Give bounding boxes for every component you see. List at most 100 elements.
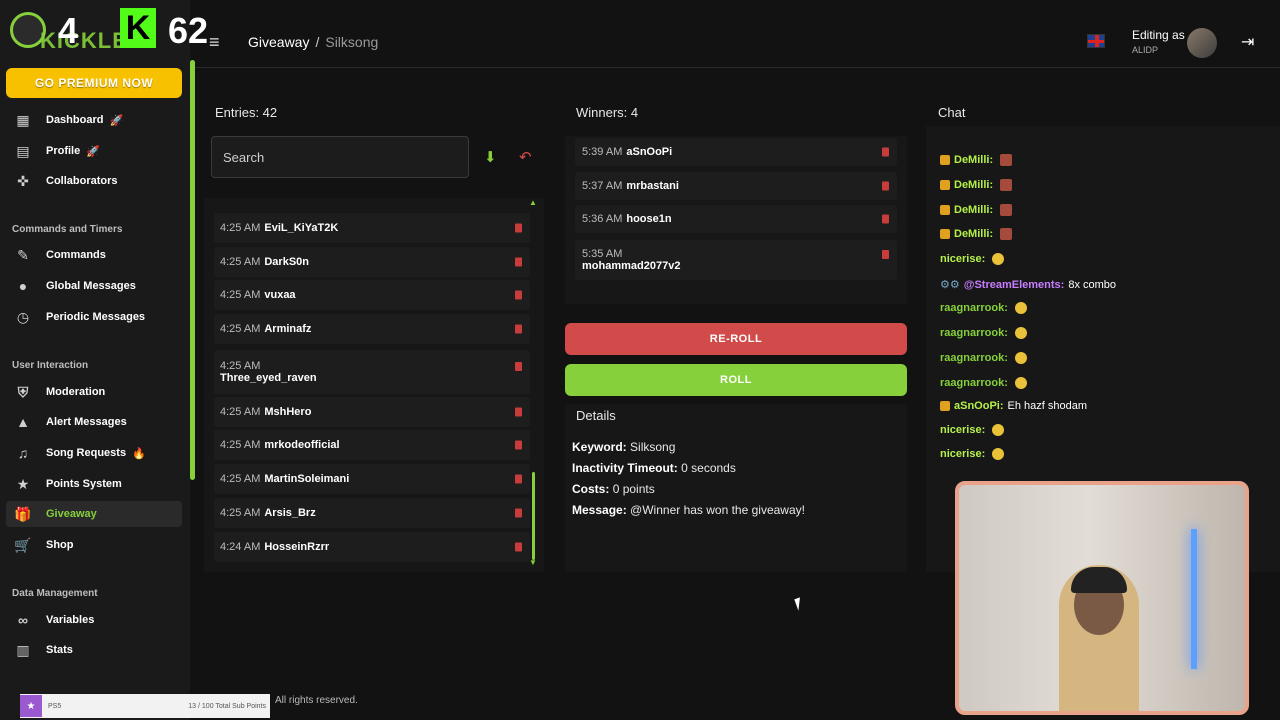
crown-badge-icon: [940, 180, 950, 190]
avatar[interactable]: [1187, 28, 1217, 58]
sub-goal-overlay: ★ PS5 13 / 100 Total Sub Points: [20, 694, 270, 718]
delete-icon[interactable]: [882, 250, 889, 259]
crown-badge-icon: [940, 229, 950, 239]
details-panel: Details Keyword: Silksong Inactivity Tim…: [565, 404, 907, 572]
chat-user: DeMilli:: [954, 204, 994, 216]
delete-icon[interactable]: [515, 223, 522, 233]
webcam-overlay: [955, 481, 1249, 715]
download-icon[interactable]: ⬇: [484, 148, 497, 166]
sidebar-item-stats[interactable]: ▥ Stats: [6, 637, 182, 663]
logout-icon[interactable]: ⇥: [1241, 32, 1254, 52]
delete-icon[interactable]: [882, 181, 889, 191]
editing-user: ALIDP: [1132, 45, 1159, 55]
bar-chart-icon: ▥: [16, 641, 30, 658]
chat-message: DeMilli:: [940, 228, 1013, 240]
sidebar-item-song-requests[interactable]: ♫ Song Requests 🔥: [6, 440, 182, 466]
fire-icon: 🔥: [132, 447, 146, 460]
rocket-icon: 🚀: [109, 114, 124, 127]
section-data-heading: Data Management: [12, 588, 98, 599]
breadcrumb: Giveaway / Silksong: [248, 34, 378, 50]
chat-user: raagnarrook:: [940, 377, 1008, 389]
delete-icon[interactable]: [515, 474, 522, 484]
delete-icon[interactable]: [515, 407, 522, 417]
shield-icon: ⛨: [17, 383, 29, 400]
sidebar-item-shop[interactable]: 🛒 Shop: [6, 532, 182, 558]
emote-icon: [1014, 327, 1027, 339]
app-root: KICKLET 4 K 62 GO PREMIUM NOW ▦ Dashboar…: [0, 0, 1280, 720]
sidebar-item-variables[interactable]: ∞ Variables: [6, 607, 182, 633]
entry-name: Arminafz: [264, 323, 312, 335]
chat-user: nicerise:: [940, 424, 986, 436]
entries-scrollbar[interactable]: [532, 472, 535, 560]
emote-icon: [1000, 179, 1013, 191]
gift-icon: 🎁: [14, 505, 32, 522]
sidebar-item-label: Alert Messages: [46, 416, 127, 428]
entry-time: 4:25 AM: [220, 360, 261, 372]
sidebar-item-label: Profile: [46, 145, 81, 157]
delete-icon[interactable]: [882, 214, 889, 224]
list-item: 4:25 AM Arsis_Brz: [214, 498, 530, 528]
entry-time: 4:25 AM: [220, 289, 261, 301]
winner-name: aSnOoPi: [626, 146, 673, 158]
logo: KICKLET 4 K 62: [10, 8, 208, 53]
go-premium-button[interactable]: GO PREMIUM NOW: [6, 68, 182, 98]
chat-user: DeMilli:: [954, 154, 994, 166]
link-icon: ∞: [18, 612, 28, 628]
delete-icon[interactable]: [882, 147, 889, 157]
entries-title: Entries: 42: [215, 105, 278, 120]
entry-time: 4:25 AM: [220, 439, 261, 451]
delete-icon[interactable]: [515, 542, 522, 552]
sidebar-item-moderation[interactable]: ⛨ Moderation: [6, 379, 182, 405]
menu-toggle-icon[interactable]: ≡: [209, 32, 220, 53]
list-item: 4:25 AM EviL_KiYaT2K: [214, 213, 530, 243]
entries-list[interactable]: 4:25 AM EviL_KiYaT2K 4:25 AM DarkS0n 4:25 …: [204, 198, 544, 572]
chat-message: raagnarrook:: [940, 302, 1027, 314]
star-badge-icon: ★: [20, 695, 42, 717]
chat-message: ⚙⚙ @StreamElements: 8x combo: [940, 278, 1116, 292]
entry-name: mrkodeofficial: [264, 439, 340, 451]
dashboard-icon: ▦: [16, 111, 30, 128]
chat-message: DeMilli:: [940, 179, 1013, 191]
reroll-button[interactable]: RE-ROLL: [565, 323, 907, 355]
chat-message: DeMilli:: [940, 204, 1013, 216]
sidebar-item-periodic-messages[interactable]: ◷ Periodic Messages: [6, 304, 182, 330]
winner-time: 5:39 AM: [582, 146, 623, 158]
chat-user: DeMilli:: [954, 179, 994, 191]
sidebar-item-alert-messages[interactable]: ▲ Alert Messages: [6, 409, 182, 435]
sidebar-item-label: Giveaway: [46, 508, 97, 520]
viewer-count: 4: [58, 10, 79, 51]
delete-icon[interactable]: [515, 257, 522, 267]
roll-button[interactable]: ROLL: [565, 364, 907, 396]
scroll-down-icon[interactable]: ▼: [529, 558, 537, 567]
sidebar-item-giveaway[interactable]: 🎁 Giveaway: [6, 501, 182, 527]
winner-name: mrbastani: [626, 180, 679, 192]
chat-bubble-icon: ●: [18, 278, 28, 294]
language-flag-icon[interactable]: [1087, 34, 1105, 48]
detail-message: Message: @Winner has won the giveaway!: [572, 503, 805, 517]
sidebar-item-commands[interactable]: ✎ Commands: [6, 242, 182, 268]
delete-icon[interactable]: [515, 290, 522, 300]
sub-goal-left: PS5: [48, 702, 62, 710]
list-item: 5:36 AM hoose1n: [575, 205, 897, 233]
delete-icon[interactable]: [515, 324, 522, 334]
sidebar-item-profile[interactable]: ▤ Profile 🚀: [6, 138, 182, 164]
sidebar: KICKLET 4 K 62 GO PREMIUM NOW ▦ Dashboar…: [0, 0, 208, 720]
sidebar-item-global-messages[interactable]: ● Global Messages: [6, 273, 182, 299]
rocket-icon: 🚀: [86, 145, 100, 158]
delete-icon[interactable]: [515, 440, 522, 450]
delete-icon[interactable]: [515, 508, 522, 518]
entry-name: Three_eyed_raven: [220, 372, 317, 384]
scroll-up-icon[interactable]: ▲: [529, 198, 537, 207]
editing-as: Editing as ALIDP: [1132, 28, 1185, 55]
delete-icon[interactable]: [515, 362, 522, 371]
chat-message: aSnOoPi: Eh hazf shodam: [940, 400, 1087, 412]
emote-icon: [1000, 204, 1013, 216]
search-input[interactable]: Search: [211, 136, 469, 178]
sidebar-item-points-system[interactable]: ★ Points System: [6, 471, 182, 497]
sidebar-item-label: Commands: [46, 249, 106, 261]
sidebar-item-collaborators[interactable]: ✜ Collaborators: [6, 168, 182, 194]
breadcrumb-giveaway[interactable]: Giveaway: [248, 34, 309, 50]
undo-icon[interactable]: ↶: [519, 148, 532, 166]
sidebar-item-dashboard[interactable]: ▦ Dashboard 🚀: [6, 107, 182, 133]
sidebar-scrollbar[interactable]: [190, 60, 195, 480]
